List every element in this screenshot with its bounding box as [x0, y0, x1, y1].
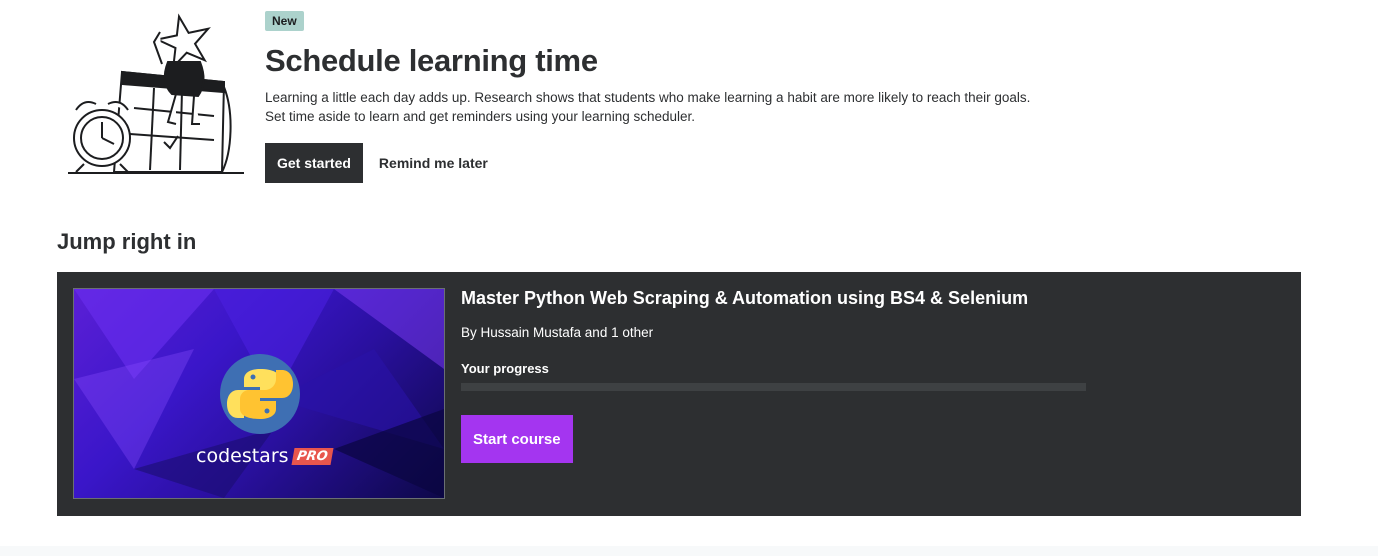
promo-description-line: Set time aside to learn and get reminder…: [265, 109, 695, 124]
course-author: By Hussain Mustafa and 1 other: [461, 325, 654, 340]
remind-me-later-button[interactable]: Remind me later: [379, 155, 488, 171]
promo-description: Learning a little each day adds up. Rese…: [265, 88, 1165, 126]
schedule-promo: New Schedule learning time Learning a li…: [265, 11, 1165, 183]
progress-label: Your progress: [461, 361, 549, 376]
section-title: Jump right in: [57, 229, 197, 254]
brand-name: codestars: [196, 445, 289, 467]
pro-badge: PRO: [291, 447, 333, 465]
progress-bar: [461, 383, 1086, 391]
new-badge: New: [265, 11, 304, 31]
promo-actions: Get started Remind me later: [265, 143, 1165, 183]
course-thumbnail[interactable]: codestars PRO: [73, 288, 445, 499]
promo-description-line: Learning a little each day adds up. Rese…: [265, 90, 1031, 105]
thumbnail-brand: codestars PRO: [196, 445, 333, 467]
start-course-button[interactable]: Start course: [461, 415, 573, 463]
course-info: Master Python Web Scraping & Automation …: [461, 288, 1281, 463]
course-title[interactable]: Master Python Web Scraping & Automation …: [461, 288, 1281, 309]
promo-title: Schedule learning time: [265, 43, 598, 78]
calendar-alarm-illustration: [68, 13, 244, 174]
course-card[interactable]: codestars PRO Master Python Web Scraping…: [57, 272, 1301, 516]
get-started-button[interactable]: Get started: [265, 143, 363, 183]
footer-band: [0, 546, 1378, 556]
